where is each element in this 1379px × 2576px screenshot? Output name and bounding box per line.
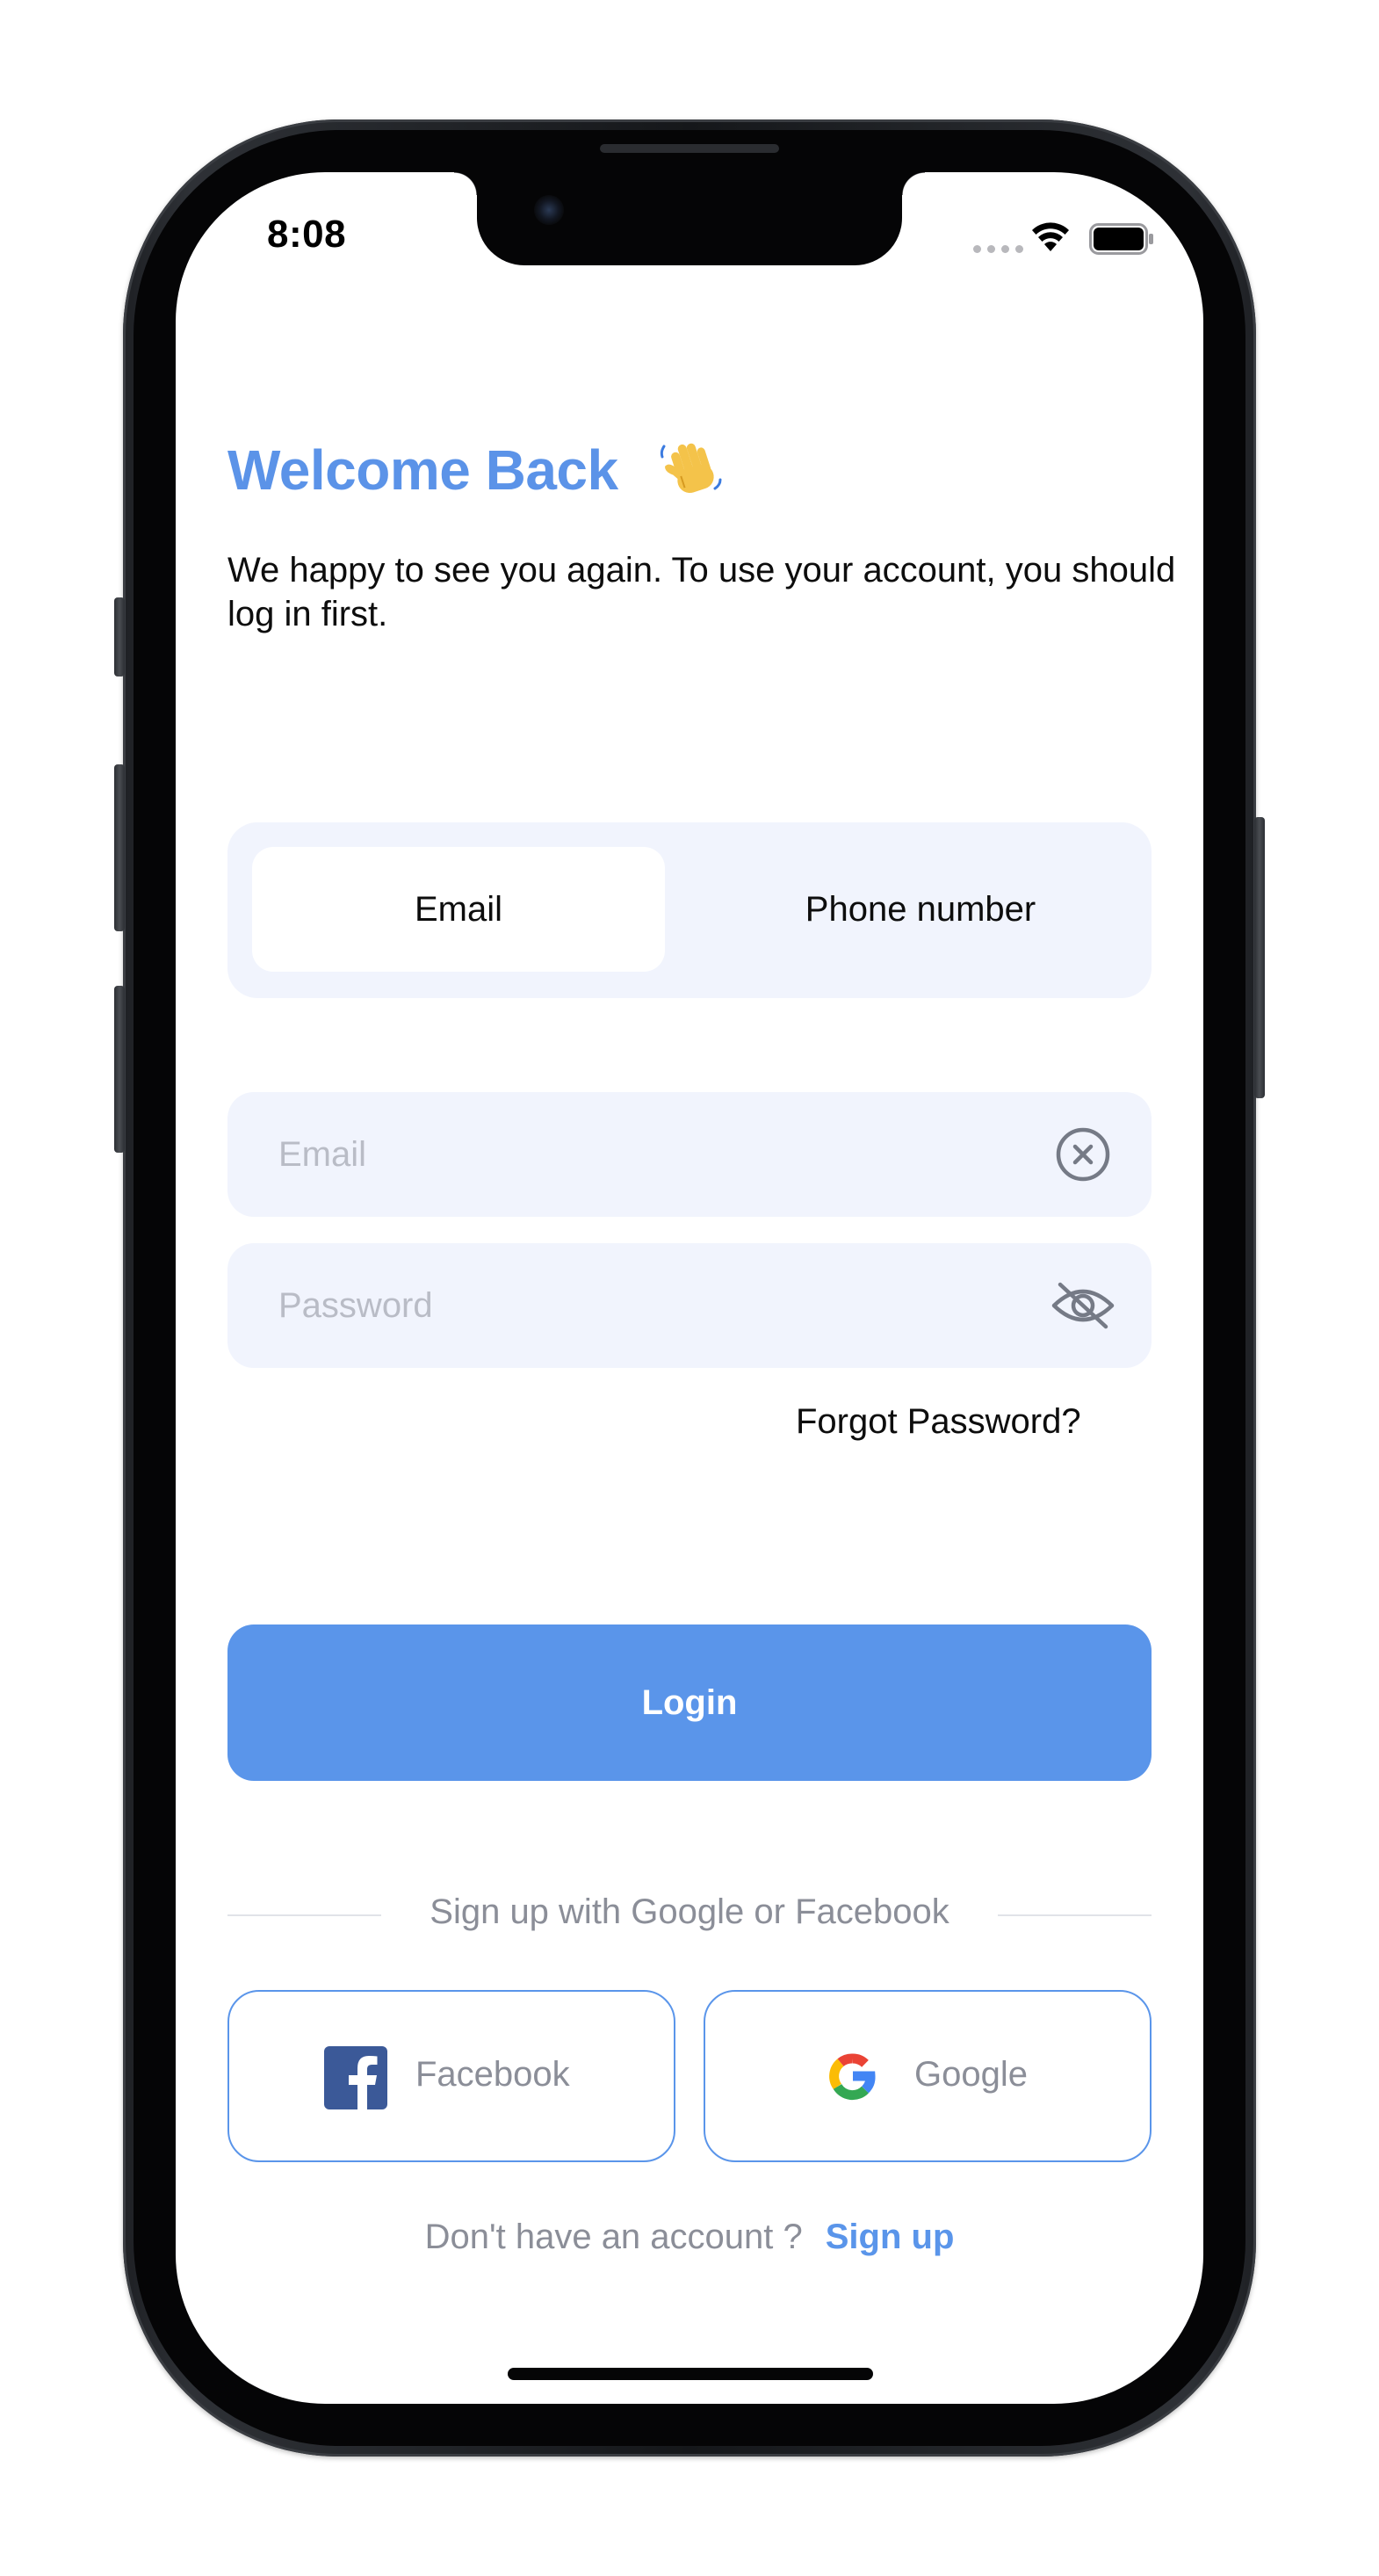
divider-line-left: [227, 1914, 381, 1916]
google-icon: [829, 2053, 876, 2101]
email-input[interactable]: [278, 1092, 1016, 1217]
google-label: Google: [914, 2055, 1028, 2094]
signup-prompt: Don't have an account ?: [424, 2218, 803, 2256]
social-divider-text: Sign up with Google or Facebook: [430, 1892, 949, 1931]
page-subtitle: We happy to see you again. To use your a…: [227, 551, 1176, 633]
tab-phone-number[interactable]: Phone number: [714, 847, 1127, 972]
front-camera: [534, 195, 564, 225]
facebook-label: Facebook: [415, 2055, 570, 2094]
signup-link[interactable]: Sign up: [826, 2218, 955, 2256]
tab-email[interactable]: Email: [252, 847, 665, 972]
waving-hand-icon: [660, 443, 722, 494]
cellular-dots-icon: [973, 245, 1023, 253]
email-field: [227, 1092, 1152, 1217]
mute-switch: [114, 597, 125, 677]
wifi-icon: [1032, 222, 1069, 251]
forgot-password-link[interactable]: Forgot Password?: [796, 1402, 1081, 1442]
password-input[interactable]: [278, 1243, 1016, 1368]
volume-down-button: [114, 986, 125, 1153]
page-title: Welcome Back: [227, 438, 618, 502]
app-screen: 8:08 Welcome Back We happy to see you ag…: [176, 172, 1203, 2404]
google-button[interactable]: Google: [704, 1990, 1152, 2162]
login-method-tabs: Email Phone number: [227, 822, 1152, 998]
volume-up-button: [114, 764, 125, 931]
signup-row: Don't have an account ? Sign up: [176, 2218, 1203, 2257]
power-button: [1254, 817, 1265, 1098]
login-button[interactable]: Login: [227, 1624, 1152, 1781]
clear-circle-x-icon[interactable]: [1053, 1125, 1113, 1184]
battery-full-icon: [1089, 223, 1153, 255]
facebook-icon: [324, 2046, 387, 2109]
home-indicator[interactable]: [508, 2368, 873, 2380]
divider-line-right: [998, 1914, 1152, 1916]
facebook-button[interactable]: Facebook: [227, 1990, 675, 2162]
password-field: [227, 1243, 1152, 1368]
status-time: 8:08: [267, 213, 347, 256]
eye-slash-icon[interactable]: [1050, 1276, 1116, 1335]
earpiece-speaker: [600, 144, 779, 153]
